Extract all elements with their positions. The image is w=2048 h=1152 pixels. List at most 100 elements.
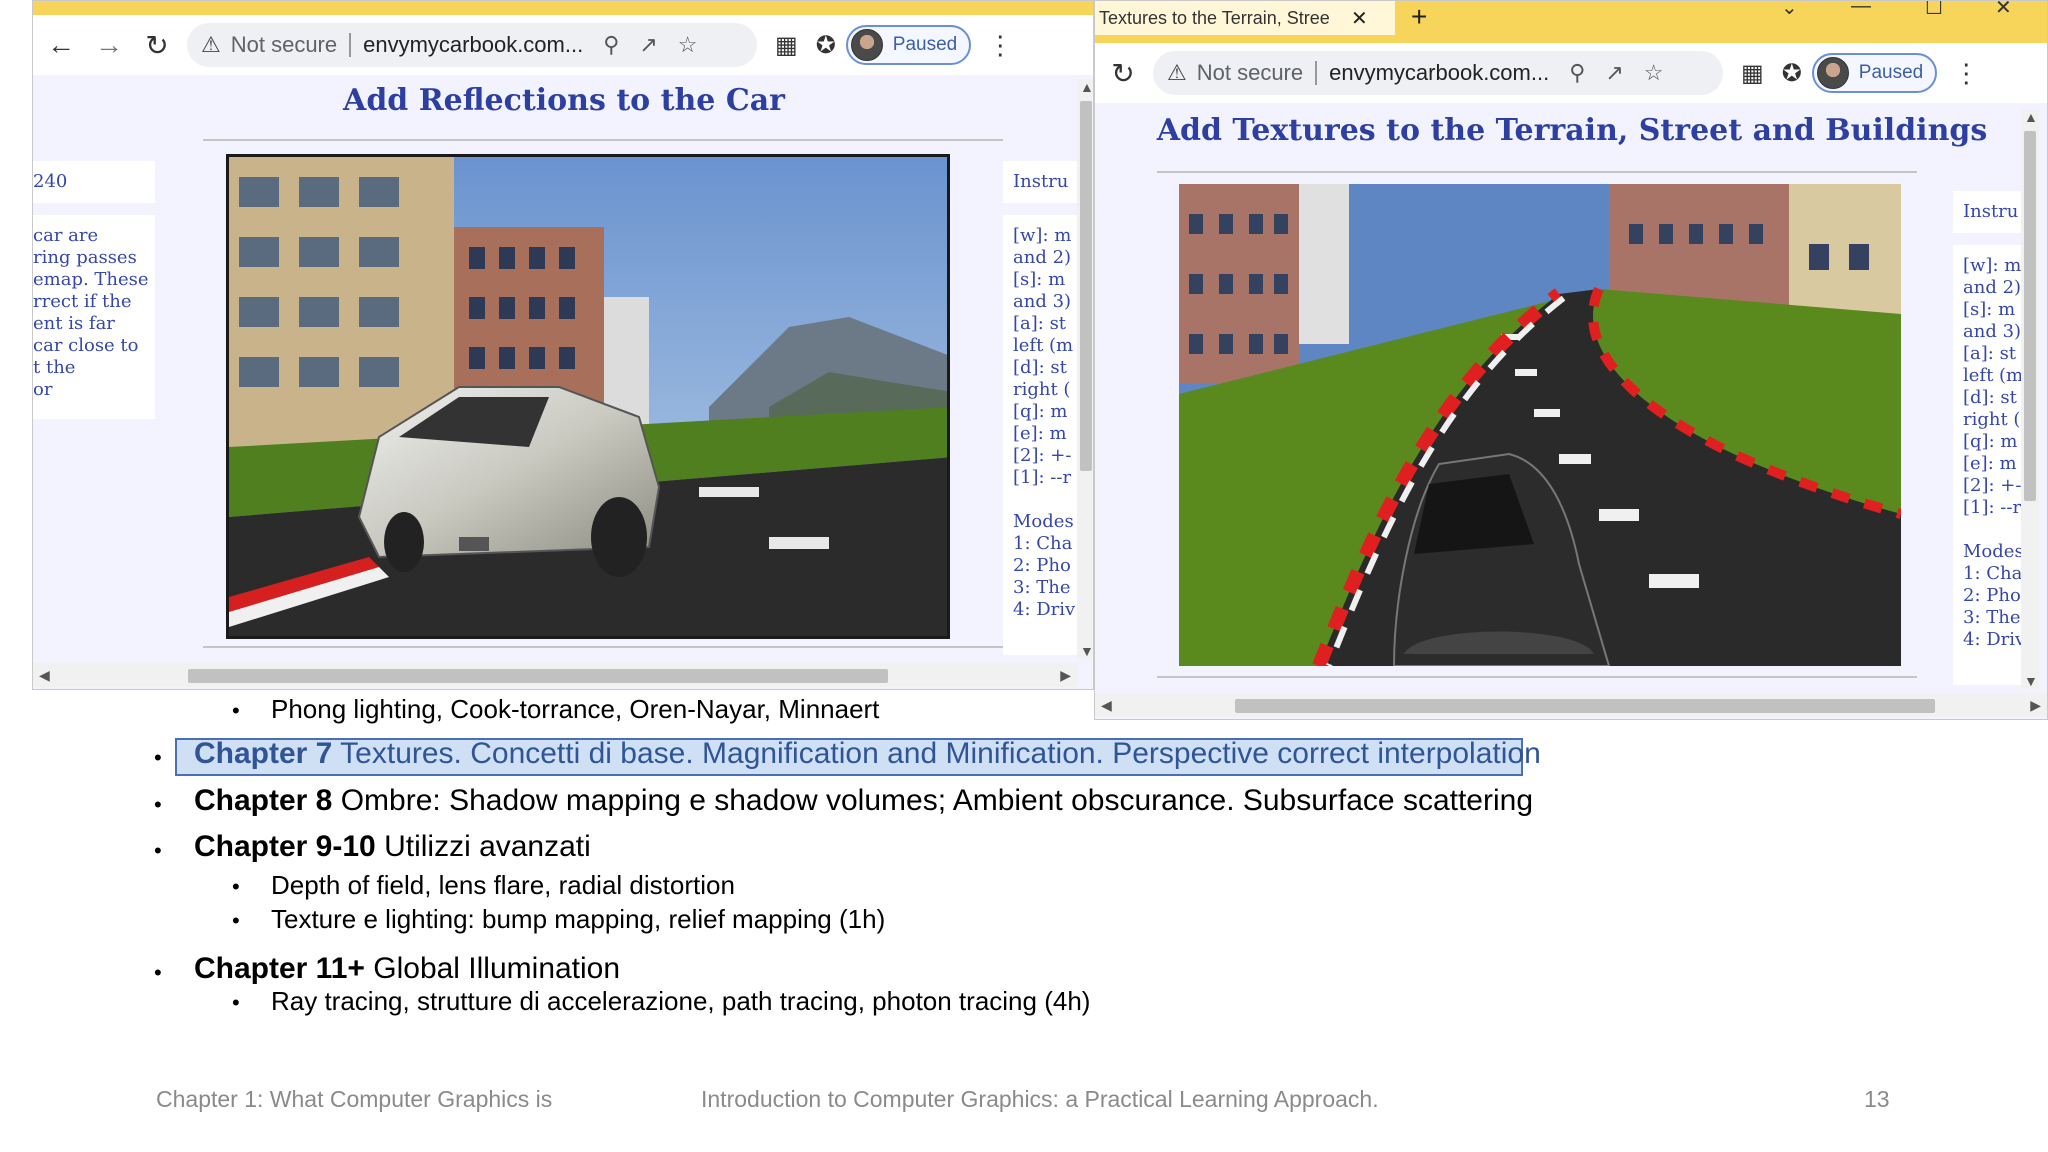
bullet-marker: •: [232, 908, 240, 933]
panel-line: [s]: m: [1013, 269, 1066, 290]
bullet-marker: •: [154, 838, 162, 863]
window-close-icon[interactable]: ✕: [1995, 1, 2012, 20]
url-text: envymycarbook.com...: [363, 32, 584, 57]
panel-line: 1: Cha: [1013, 533, 1073, 554]
scroll-right-icon[interactable]: ▶: [2030, 697, 2041, 714]
panel-line: [q]: m: [1013, 401, 1068, 422]
divider: [1157, 676, 1917, 678]
bullet-text: Depth of field, lens flare, radial disto…: [271, 870, 735, 900]
instructions-panel-header: Instru: [1003, 161, 1077, 203]
panel-line: [2]: +-: [1013, 445, 1072, 466]
chapter-label: Chapter 11+: [194, 952, 365, 985]
render-canvas-reflections[interactable]: [226, 154, 950, 639]
minimize-icon[interactable]: —: [1851, 1, 1871, 18]
bullet-item: Chapter 9-10 Utilizzi avanzati: [194, 830, 591, 864]
tab-strip: [33, 1, 1093, 15]
car-scene-image: [229, 157, 947, 636]
panel-line: [d]: st: [1013, 357, 1067, 378]
panel-line: and 2): [1963, 277, 2022, 298]
scroll-down-icon[interactable]: ▼: [1080, 643, 1093, 659]
panel-line: and 3): [1013, 291, 1072, 312]
footer-book-title: Introduction to Computer Graphics: a Pra…: [701, 1086, 1379, 1112]
browser-window-left: ← → ↻ ⚠ Not secure envymycarbook.com... …: [32, 0, 1094, 690]
panel-line: and 3): [1963, 321, 2022, 342]
address-bar[interactable]: ⚠ Not secure envymycarbook.com... ⚲ ↗ ☆: [187, 23, 757, 67]
sub-bullet-item: Depth of field, lens flare, radial disto…: [271, 870, 735, 901]
address-bar[interactable]: ⚠ Not secure envymycarbook.com... ⚲ ↗ ☆: [1153, 51, 1723, 95]
panel-line: rrect if the: [33, 291, 132, 312]
panel-line: or: [33, 379, 53, 400]
panel-line: right (: [1963, 409, 2021, 430]
vertical-scrollbar[interactable]: ▲ ▼: [1077, 79, 1093, 659]
profile-button[interactable]: Paused: [845, 25, 972, 65]
close-icon[interactable]: ✕: [1351, 6, 1368, 31]
browser-tab[interactable]: Textures to the Terrain, Stree ✕: [1095, 1, 1395, 35]
menu-icon[interactable]: ⋮: [1953, 58, 1979, 89]
panel-line: 1: Cha: [1963, 563, 2023, 584]
bullet-item: Chapter 11+ Global Illumination: [194, 952, 620, 986]
maximize-icon[interactable]: ☐: [1925, 1, 1943, 20]
new-tab-icon[interactable]: +: [1411, 1, 1427, 33]
panel-line: [a]: st: [1963, 343, 2017, 364]
scrollbar-thumb[interactable]: [2024, 131, 2036, 501]
bullet-marker: •: [154, 745, 162, 770]
vertical-scrollbar[interactable]: ▲ ▼: [2021, 109, 2039, 689]
panel-line: [q]: m: [1963, 431, 2018, 452]
horizontal-scrollbar[interactable]: ◀ ▶: [33, 663, 1077, 687]
scroll-right-icon[interactable]: ▶: [1060, 667, 1071, 684]
panel-line: [1963, 519, 2029, 541]
panel-line: 2: Pho: [1963, 585, 2021, 606]
tab-search-icon[interactable]: ⌄: [1781, 1, 1798, 20]
left-info-panel: car are ring passes emap. These rrect if th…: [33, 215, 155, 419]
panel-line: [1013, 489, 1077, 511]
zoom-icon[interactable]: ⚲: [1569, 60, 1585, 86]
bullet-text: Textures. Concetti di base. Magnificatio…: [332, 737, 1541, 770]
zoom-icon[interactable]: ⚲: [603, 32, 619, 58]
scrollbar-thumb[interactable]: [188, 669, 888, 683]
bullet-marker: •: [154, 792, 162, 817]
scroll-left-icon[interactable]: ◀: [39, 667, 50, 684]
bullet-text: Utilizzi avanzati: [375, 830, 591, 863]
divider: [203, 646, 1003, 648]
panel-line: [a]: st: [1013, 313, 1067, 334]
extension-icon[interactable]: ▦: [1741, 59, 1764, 88]
menu-icon[interactable]: ⋮: [987, 30, 1013, 61]
puzzle-icon[interactable]: ✪: [1782, 59, 1802, 88]
forward-arrow-icon[interactable]: →: [89, 25, 129, 65]
extension-icon[interactable]: ▦: [775, 31, 798, 60]
star-icon[interactable]: ☆: [678, 32, 698, 58]
panel-line: car are: [33, 225, 99, 246]
scroll-left-icon[interactable]: ◀: [1101, 697, 1112, 714]
footer-chapter: Chapter 1: What Computer Graphics is: [156, 1086, 553, 1112]
back-arrow-icon[interactable]: ←: [41, 25, 81, 65]
reload-icon[interactable]: ↻: [137, 25, 177, 65]
render-canvas-textures[interactable]: [1179, 184, 1901, 666]
reload-icon[interactable]: ↻: [1103, 53, 1143, 93]
star-icon[interactable]: ☆: [1644, 60, 1664, 86]
scrollbar-thumb[interactable]: [1235, 699, 1935, 713]
bullet-marker: •: [232, 698, 240, 723]
terrain-scene-image: [1179, 184, 1901, 666]
omnibox-separator: [1315, 61, 1318, 85]
bullet-text: Global Illumination: [364, 952, 621, 985]
instructions-title: Instru: [1963, 201, 2019, 222]
panel-line: left (m: [1013, 335, 1074, 356]
puzzle-icon[interactable]: ✪: [816, 31, 836, 60]
horizontal-scrollbar[interactable]: ◀ ▶: [1095, 693, 2047, 717]
share-icon[interactable]: ↗: [1605, 60, 1623, 86]
panel-line: 4: Driv: [1013, 599, 1076, 620]
chapter-label: Chapter 9-10: [194, 830, 376, 863]
instructions-panel: [w]: m and 2) [s]: m and 3) [a]: st left (m [d…: [1953, 245, 2029, 685]
scroll-down-icon[interactable]: ▼: [2024, 673, 2038, 689]
scrollbar-thumb[interactable]: [1080, 101, 1092, 471]
profile-button[interactable]: Paused: [1811, 53, 1938, 93]
bullet-text: Texture e lighting: bump mapping, relief…: [271, 904, 886, 934]
share-icon[interactable]: ↗: [639, 32, 657, 58]
url-text: envymycarbook.com...: [1329, 60, 1550, 85]
security-label: Not secure: [1196, 60, 1304, 85]
bullet-text: Phong lighting, Cook-torrance, Oren-Naya…: [271, 694, 880, 724]
scroll-up-icon[interactable]: ▲: [1080, 79, 1093, 95]
chapter-label: Chapter 7: [194, 737, 333, 770]
scroll-up-icon[interactable]: ▲: [2024, 109, 2038, 125]
tab-title: Textures to the Terrain, Stree: [1099, 7, 1330, 28]
